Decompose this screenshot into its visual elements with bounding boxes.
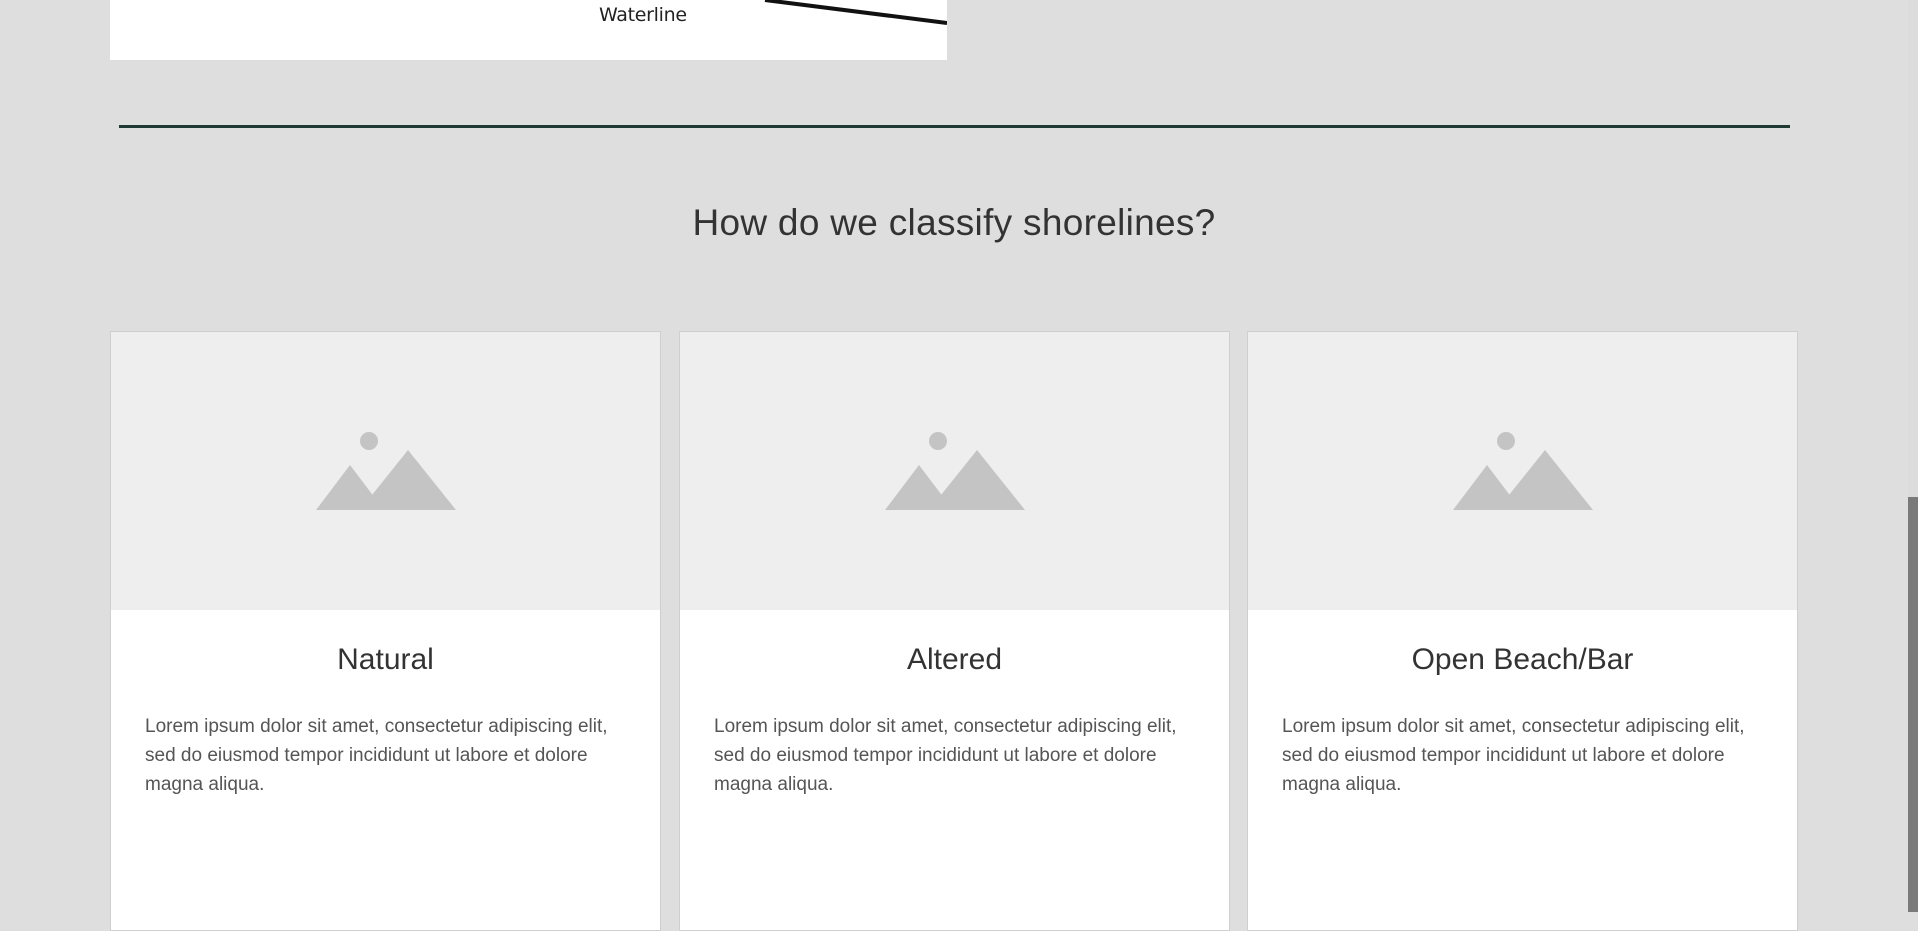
card-altered[interactable]: Altered Lorem ipsum dolor sit amet, cons… bbox=[679, 331, 1230, 931]
waterline-curve bbox=[764, 0, 947, 25]
card-open-beach-bar[interactable]: Open Beach/Bar Lorem ipsum dolor sit ame… bbox=[1247, 331, 1798, 931]
card-description: Lorem ipsum dolor sit amet, consectetur … bbox=[145, 716, 608, 795]
card-title: Natural bbox=[337, 643, 434, 676]
card-image bbox=[111, 332, 660, 610]
section-title: How do we classify shorelines? bbox=[692, 202, 1216, 243]
card-title: Open Beach/Bar bbox=[1411, 643, 1634, 676]
card-natural[interactable]: Natural Lorem ipsum dolor sit amet, cons… bbox=[110, 331, 661, 931]
image-placeholder-icon bbox=[1452, 432, 1593, 510]
card-image bbox=[680, 332, 1229, 610]
image-placeholder-icon bbox=[884, 432, 1025, 510]
section-divider bbox=[119, 125, 1790, 128]
image-placeholder-icon bbox=[315, 432, 456, 510]
waterline-label: Waterline bbox=[599, 4, 687, 26]
waterline-figure: Waterline bbox=[110, 0, 947, 60]
scrollbar-thumb[interactable] bbox=[1908, 497, 1918, 912]
card-image bbox=[1248, 332, 1797, 610]
page-scrollbar[interactable] bbox=[1908, 0, 1918, 912]
card-description: Lorem ipsum dolor sit amet, consectetur … bbox=[1282, 716, 1745, 795]
card-title: Altered bbox=[906, 643, 1003, 676]
card-description: Lorem ipsum dolor sit amet, consectetur … bbox=[714, 716, 1177, 795]
